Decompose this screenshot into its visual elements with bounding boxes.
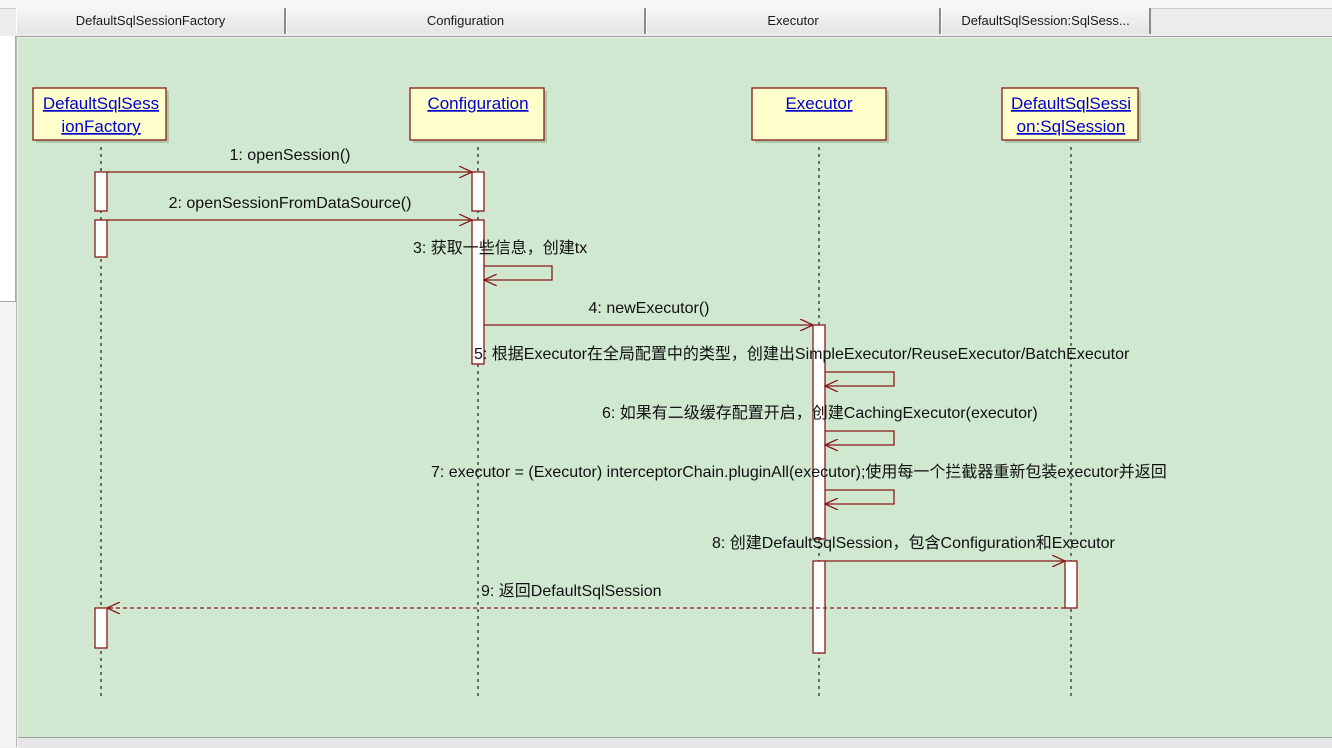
activation-bar-factory <box>94 171 108 212</box>
sequence-diagram: DefaultSqlSess ionFactory Configuration Exe… <box>32 87 1167 696</box>
message-m3[interactable]: 3: 获取一些信息，创建tx <box>413 239 587 280</box>
diagram-canvas[interactable]: DefaultSqlSess ionFactory Configuration Exe… <box>18 38 1332 737</box>
column-header-sqlsession[interactable]: DefaultSqlSession:SqlSess... <box>941 8 1151 34</box>
participant-configuration[interactable]: Configuration <box>409 87 547 143</box>
participant-sqlsession[interactable]: DefaultSqlSessi on:SqlSession <box>1001 87 1141 143</box>
participant-label: ionFactory <box>61 117 141 136</box>
column-header-executor[interactable]: Executor <box>646 8 941 34</box>
participant-factory[interactable]: DefaultSqlSess ionFactory <box>32 87 169 143</box>
message-label: 1: openSession() <box>230 147 351 164</box>
message-label: 5: 根据Executor在全局配置中的类型，创建出SimpleExecutor… <box>474 345 1130 363</box>
left-panel-box <box>0 36 16 302</box>
message-label: 3: 获取一些信息，创建tx <box>413 239 587 257</box>
message-m4[interactable]: 4: newExecutor() <box>484 300 813 325</box>
participant-label: Executor <box>785 94 852 113</box>
message-m5[interactable]: 5: 根据Executor在全局配置中的类型，创建出SimpleExecutor… <box>474 345 1130 386</box>
self-message-arrow <box>825 430 895 445</box>
self-message-arrow <box>825 489 895 504</box>
message-m9[interactable]: 9: 返回DefaultSqlSession <box>107 582 1065 608</box>
self-message-arrow <box>825 371 895 386</box>
horizontal-scrollbar[interactable] <box>18 737 1332 748</box>
participant-label: DefaultSqlSess <box>43 94 159 113</box>
activation-bar-factory <box>94 219 108 258</box>
participant-label: Configuration <box>427 94 528 113</box>
message-m1[interactable]: 1: openSession() <box>107 147 472 172</box>
self-message-arrow <box>484 265 553 280</box>
message-label: 7: executor = (Executor) interceptorChai… <box>431 463 1167 481</box>
message-m8[interactable]: 8: 创建DefaultSqlSession，包含Configuration和E… <box>712 534 1116 561</box>
message-m7[interactable]: 7: executor = (Executor) interceptorChai… <box>431 463 1167 504</box>
participant-label: DefaultSqlSessi <box>1011 94 1131 113</box>
activation-bar-executor <box>812 560 826 654</box>
participant-label: on:SqlSession <box>1017 117 1126 136</box>
activation-bar-configuration <box>471 171 485 212</box>
activation-bar-sqlsession <box>1064 560 1078 609</box>
message-m2[interactable]: 2: openSessionFromDataSource() <box>107 195 472 220</box>
column-header-configuration[interactable]: Configuration <box>286 8 646 34</box>
message-label: 9: 返回DefaultSqlSession <box>481 582 662 600</box>
column-header-factory[interactable]: DefaultSqlSessionFactory <box>16 8 286 34</box>
left-side-panel <box>0 36 17 747</box>
message-label: 4: newExecutor() <box>589 300 710 317</box>
activation-bar-factory <box>94 607 108 649</box>
message-label: 8: 创建DefaultSqlSession，包含Configuration和E… <box>712 534 1116 552</box>
message-label: 2: openSessionFromDataSource() <box>169 195 412 212</box>
column-header-bar: DefaultSqlSessionFactory Configuration E… <box>0 0 1332 37</box>
message-label: 6: 如果有二级缓存配置开启，创建CachingExecutor(executo… <box>602 404 1038 422</box>
participant-executor[interactable]: Executor <box>751 87 889 143</box>
